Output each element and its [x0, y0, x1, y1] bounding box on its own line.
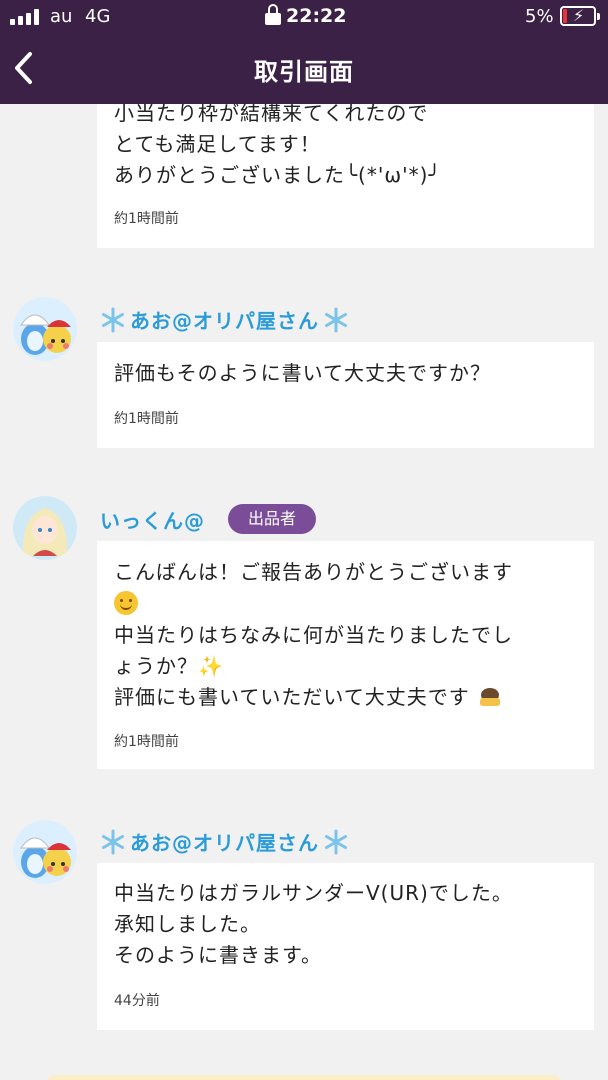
message-line: 中当たりはちなみに何が当たりましたでし [114, 623, 513, 647]
avatar[interactable] [13, 820, 77, 884]
penguin-avatar-icon [13, 820, 77, 884]
message-line: とても満足してます！ [114, 132, 321, 156]
sender-name[interactable]: あお@オリパ屋さん [100, 305, 349, 334]
sender-name-text: いっくん@ [100, 509, 205, 533]
message-bubble: 中当たりはガラルサンダーV(UR)でした。 承知しました。 そのように書きます。… [97, 863, 594, 1030]
message-line: 承知しました。 [114, 912, 261, 936]
message-time: 約1時間前 [114, 211, 179, 227]
seller-badge: 出品者 [228, 504, 316, 534]
penguin-avatar-icon [13, 297, 77, 361]
lock-icon [265, 4, 281, 26]
avatar[interactable] [13, 496, 77, 560]
snowflake-icon [325, 829, 347, 854]
app-header: au 4G 22:22 5% ⚡ 取引画面 [0, 0, 608, 104]
message-line: こんばんは！ご報告ありがとうございます [114, 557, 513, 588]
page-title: 取引画面 [254, 58, 354, 86]
snowflake-icon [102, 829, 124, 854]
message-time: 44分前 [114, 993, 160, 1009]
message-line-text: 評価にも書いていただいて大丈夫です [114, 685, 470, 709]
bottom-notice-bar [48, 1075, 560, 1080]
message-line: ょうか？✨ [114, 651, 224, 682]
battery-percent: 5% [525, 6, 554, 27]
avatar[interactable] [13, 297, 77, 361]
message-line: 評価もそのように書いて大丈夫ですか？ [114, 361, 491, 385]
person-bowing-icon [480, 688, 501, 706]
snowflake-icon [102, 307, 124, 332]
message-line-text: こんばんは！ご報告ありがとうございます [114, 560, 513, 584]
sender-name-text: あお@オリパ屋さん [130, 831, 319, 855]
message-line [114, 589, 138, 620]
sparkles-icon: ✨ [198, 654, 224, 678]
status-bar: au 4G 22:22 5% ⚡ [0, 0, 608, 34]
message-line-text: ょうか？ [114, 654, 198, 678]
message-line: そのように書きます。 [114, 943, 322, 967]
message-line: 評価にも書いていただいて大丈夫です [114, 682, 503, 713]
message-line: ありがとうございました╰(*'ω'*)╯ [114, 163, 442, 187]
message-bubble: 小当たり枠が結構来てくれたので とても満足してます！ ありがとうございました╰(… [97, 80, 594, 248]
snowflake-icon [325, 307, 347, 332]
carrier-label: au [50, 6, 73, 27]
message-bubble: こんばんは！ご報告ありがとうございます 中当たりはちなみに何が当たりましたでし … [97, 541, 594, 769]
sender-name[interactable]: いっくん@ [100, 505, 205, 534]
network-label: 4G [85, 6, 111, 27]
message-line: 中当たりはガラルサンダーV(UR)でした。 [114, 881, 513, 905]
message-bubble: 評価もそのように書いて大丈夫ですか？ 約1時間前 [97, 342, 594, 448]
message-time: 約1時間前 [114, 411, 179, 427]
sender-name[interactable]: あお@オリパ屋さん [100, 827, 349, 856]
girl-avatar-icon [13, 496, 77, 560]
battery-icon: ⚡ [560, 6, 600, 26]
sender-name-text: あお@オリパ屋さん [130, 309, 319, 333]
message-time: 約1時間前 [114, 734, 179, 750]
status-time: 22:22 [286, 5, 347, 27]
signal-icon [10, 9, 39, 25]
smiling-face-icon [114, 591, 138, 615]
